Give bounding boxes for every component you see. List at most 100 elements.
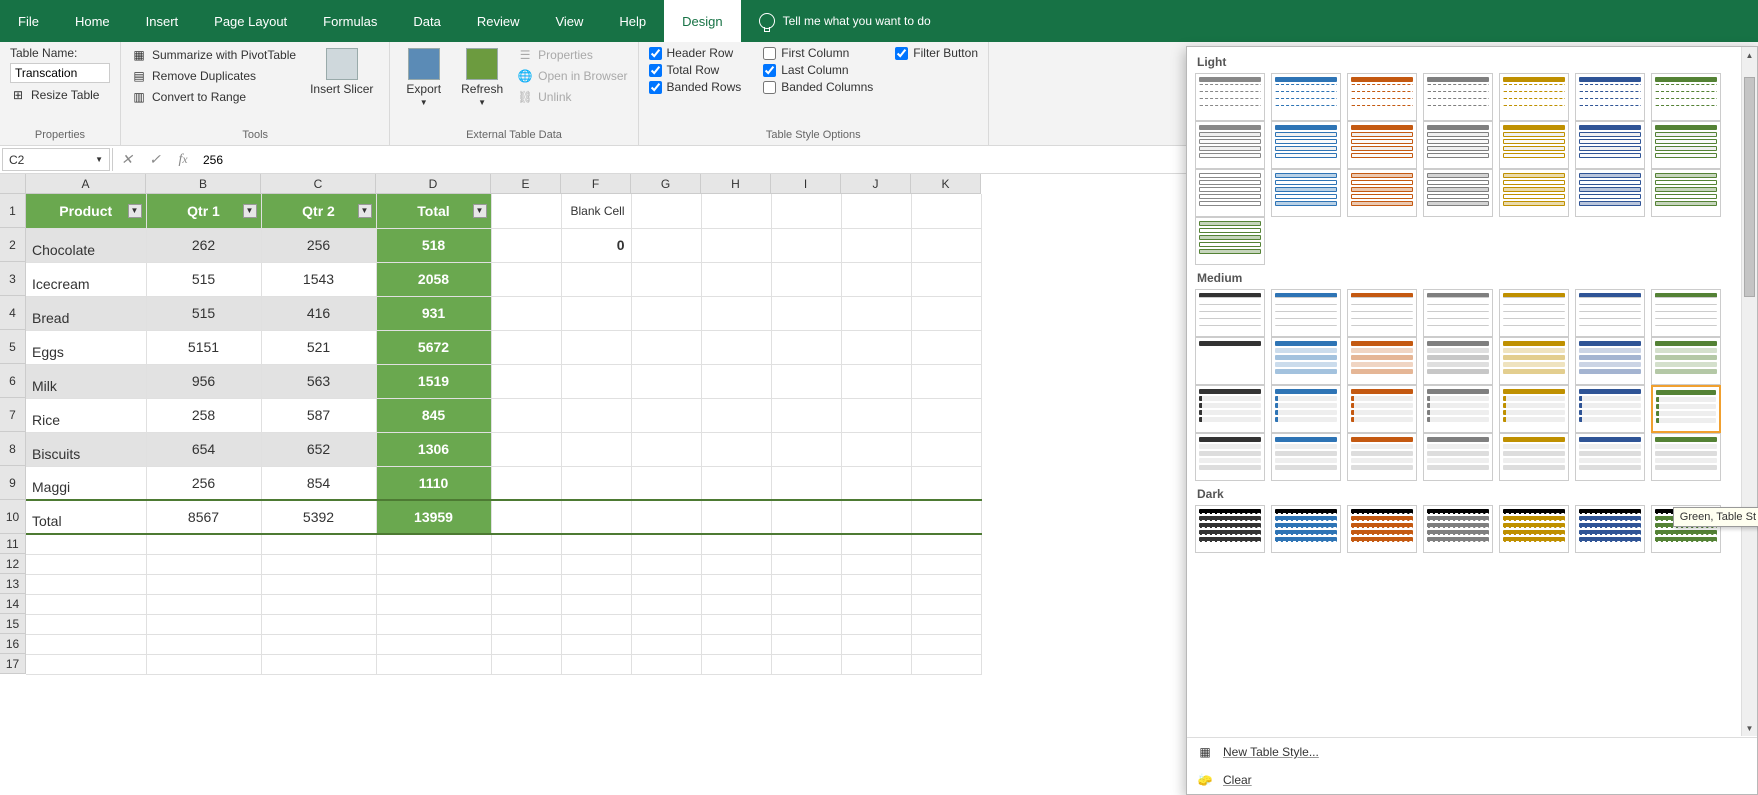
cell[interactable] <box>771 634 841 654</box>
cell[interactable]: 931 <box>376 296 491 330</box>
cell[interactable] <box>561 654 631 674</box>
col-header-A[interactable]: A <box>26 174 146 194</box>
cell[interactable] <box>771 398 841 432</box>
col-header-H[interactable]: H <box>701 174 771 194</box>
cell[interactable] <box>491 398 561 432</box>
pivot-button[interactable]: ▦Summarize with PivotTable <box>131 46 296 64</box>
cell[interactable]: 854 <box>261 466 376 500</box>
row-header-7[interactable]: 7 <box>0 398 26 432</box>
cell[interactable] <box>561 594 631 614</box>
cell[interactable] <box>701 594 771 614</box>
cell[interactable] <box>631 574 701 594</box>
cell[interactable]: 0 <box>561 228 631 262</box>
cell[interactable] <box>26 534 146 554</box>
cell[interactable] <box>911 330 981 364</box>
cell[interactable]: Maggi <box>26 466 146 500</box>
scroll-thumb[interactable] <box>1744 77 1755 297</box>
row-header-13[interactable]: 13 <box>0 574 26 594</box>
cell[interactable] <box>491 432 561 466</box>
cell[interactable] <box>701 194 771 228</box>
row-header-3[interactable]: 3 <box>0 262 26 296</box>
cell[interactable]: Milk <box>26 364 146 398</box>
cell[interactable] <box>771 614 841 634</box>
cell[interactable] <box>561 364 631 398</box>
filter-dropdown-icon[interactable]: ▼ <box>128 204 142 218</box>
style-swatch[interactable] <box>1271 433 1341 481</box>
cell[interactable] <box>631 364 701 398</box>
cell[interactable] <box>491 364 561 398</box>
cell[interactable]: Qtr 1▼ <box>146 194 261 228</box>
cell[interactable] <box>701 614 771 634</box>
resize-table-button[interactable]: ⊞ Resize Table <box>10 86 110 104</box>
cell[interactable] <box>491 654 561 674</box>
style-swatch[interactable] <box>1195 505 1265 553</box>
cell[interactable]: 1306 <box>376 432 491 466</box>
scroll-up-icon[interactable]: ▲ <box>1742 47 1757 63</box>
cell[interactable]: Chocolate <box>26 228 146 262</box>
cell[interactable] <box>911 364 981 398</box>
convert-range-button[interactable]: ▥Convert to Range <box>131 88 296 106</box>
style-swatch[interactable] <box>1651 433 1721 481</box>
cell[interactable] <box>491 466 561 500</box>
cell[interactable] <box>841 432 911 466</box>
filter-dropdown-icon[interactable]: ▼ <box>358 204 372 218</box>
style-swatch[interactable] <box>1575 73 1645 121</box>
row-header-1[interactable]: 1 <box>0 194 26 228</box>
style-swatch[interactable] <box>1499 169 1569 217</box>
cell[interactable] <box>146 554 261 574</box>
cell[interactable] <box>911 466 981 500</box>
col-header-E[interactable]: E <box>491 174 561 194</box>
style-swatch[interactable] <box>1423 433 1493 481</box>
cell[interactable]: 521 <box>261 330 376 364</box>
cell[interactable] <box>701 466 771 500</box>
cell[interactable] <box>911 228 981 262</box>
style-swatch[interactable] <box>1347 289 1417 337</box>
style-swatch[interactable] <box>1651 385 1721 433</box>
cell[interactable] <box>911 554 981 574</box>
style-swatch[interactable] <box>1651 121 1721 169</box>
refresh-button[interactable]: Refresh ▼ <box>455 46 509 127</box>
col-header-C[interactable]: C <box>261 174 376 194</box>
cell[interactable]: 515 <box>146 262 261 296</box>
cell[interactable] <box>701 398 771 432</box>
cell[interactable] <box>631 466 701 500</box>
cell[interactable] <box>561 262 631 296</box>
col-header-B[interactable]: B <box>146 174 261 194</box>
cell[interactable]: 845 <box>376 398 491 432</box>
cell[interactable] <box>771 228 841 262</box>
cell[interactable] <box>561 466 631 500</box>
cell[interactable]: 1110 <box>376 466 491 500</box>
cell[interactable] <box>771 262 841 296</box>
cell[interactable] <box>911 574 981 594</box>
cell[interactable] <box>911 634 981 654</box>
cell[interactable]: Blank Cell <box>561 194 631 228</box>
cell[interactable] <box>561 634 631 654</box>
cell[interactable] <box>701 296 771 330</box>
cell[interactable] <box>771 534 841 554</box>
tab-page-layout[interactable]: Page Layout <box>196 0 305 42</box>
cell[interactable]: 587 <box>261 398 376 432</box>
cell[interactable] <box>841 194 911 228</box>
style-swatch[interactable] <box>1499 337 1569 385</box>
filter-dropdown-icon[interactable]: ▼ <box>243 204 257 218</box>
style-swatch[interactable] <box>1195 385 1265 433</box>
style-swatch[interactable] <box>1347 337 1417 385</box>
cell[interactable]: 13959 <box>376 500 491 534</box>
style-swatch[interactable] <box>1271 505 1341 553</box>
cell[interactable] <box>911 398 981 432</box>
cell[interactable] <box>771 554 841 574</box>
cell[interactable] <box>561 398 631 432</box>
cell[interactable] <box>771 654 841 674</box>
cell[interactable] <box>631 534 701 554</box>
cell[interactable]: 8567 <box>146 500 261 534</box>
style-swatch[interactable] <box>1423 169 1493 217</box>
row-header-12[interactable]: 12 <box>0 554 26 574</box>
row-header-10[interactable]: 10 <box>0 500 26 534</box>
col-header-K[interactable]: K <box>911 174 981 194</box>
cell[interactable]: 1543 <box>261 262 376 296</box>
style-swatch[interactable] <box>1499 505 1569 553</box>
cell[interactable]: 262 <box>146 228 261 262</box>
style-swatch[interactable] <box>1195 433 1265 481</box>
cell[interactable]: 563 <box>261 364 376 398</box>
cell[interactable] <box>771 330 841 364</box>
